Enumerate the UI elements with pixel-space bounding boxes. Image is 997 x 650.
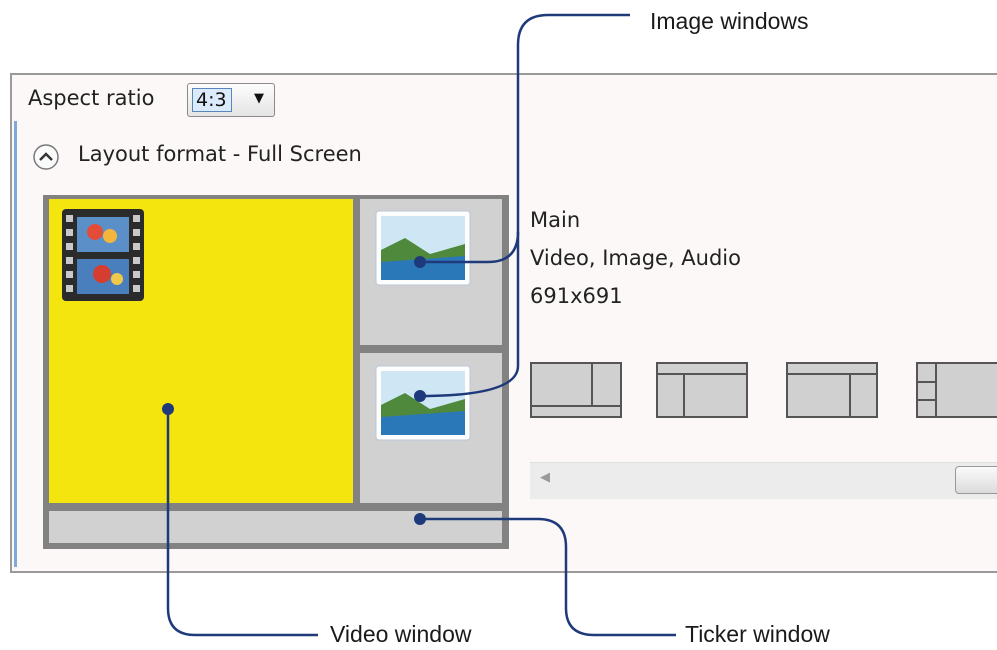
image-windows-callout: Image windows — [650, 8, 809, 34]
ticker-window-callout: Ticker window — [685, 621, 830, 647]
callout-lines — [162, 13, 676, 637]
video-window-callout: Video window — [330, 621, 472, 647]
